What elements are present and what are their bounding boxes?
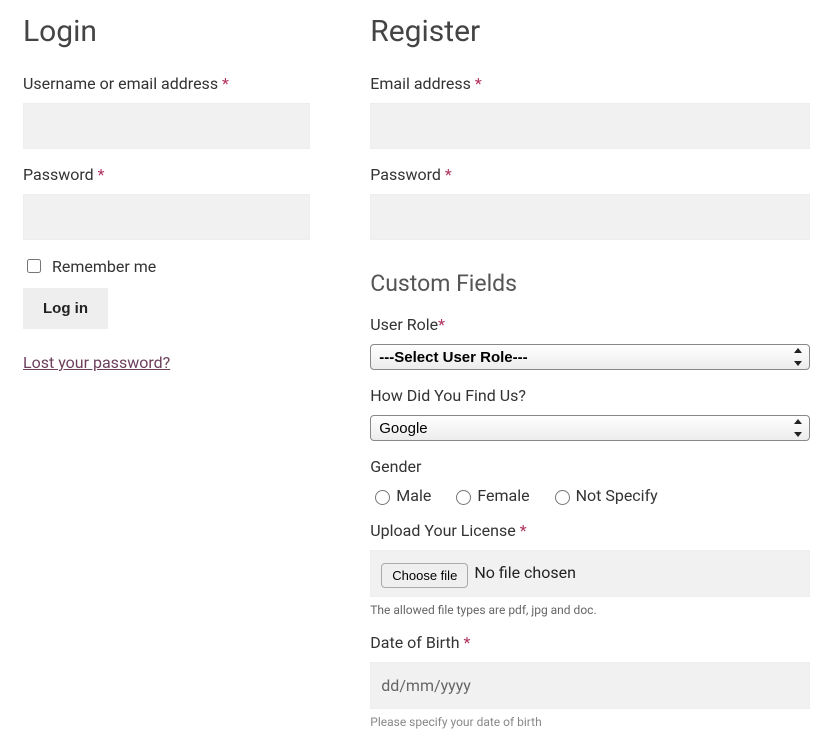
register-password-label: Password * <box>370 165 810 184</box>
user-role-label: User Role* <box>370 315 810 334</box>
user-role-select-wrap: ---Select User Role--- <box>370 344 810 370</box>
gender-female-item: Female <box>451 486 529 505</box>
find-us-label: How Did You Find Us? <box>370 386 810 405</box>
lost-password-link[interactable]: Lost your password? <box>23 353 170 372</box>
dob-row: Date of Birth * dd/mm/yyyy Please specif… <box>370 633 810 729</box>
choose-file-button[interactable]: Choose file <box>381 563 468 588</box>
gender-notspecify-radio[interactable] <box>555 490 570 505</box>
login-section: Login Username or email address * Passwo… <box>0 0 350 733</box>
required-asterisk: * <box>98 165 105 184</box>
dob-label: Date of Birth * <box>370 633 810 652</box>
login-password-input[interactable] <box>23 194 310 240</box>
find-us-select[interactable]: Google <box>370 415 810 441</box>
gender-notspecify-label: Not Specify <box>576 486 658 505</box>
register-password-row: Password * <box>370 165 810 240</box>
login-password-row: Password * <box>23 165 310 240</box>
login-password-label: Password * <box>23 165 310 184</box>
remember-me-row: Remember me <box>23 256 310 276</box>
register-section: Register Email address * Password * Cust… <box>350 0 834 733</box>
gender-female-label: Female <box>477 486 529 505</box>
file-input-box: Choose file No file chosen <box>370 550 810 597</box>
login-username-label: Username or email address * <box>23 74 310 93</box>
gender-notspecify-item: Not Specify <box>550 486 658 505</box>
remember-me-checkbox[interactable] <box>27 259 41 273</box>
license-label: Upload Your License * <box>370 521 810 540</box>
file-hint: The allowed file types are pdf, jpg and … <box>370 603 810 617</box>
dob-input[interactable]: dd/mm/yyyy <box>370 662 810 709</box>
gender-radio-group: Male Female Not Specify <box>370 486 810 505</box>
login-button[interactable]: Log in <box>23 288 108 329</box>
remember-me-label: Remember me <box>52 257 156 276</box>
find-us-row: How Did You Find Us? Google <box>370 386 810 441</box>
required-asterisk: * <box>464 633 471 652</box>
gender-male-label: Male <box>396 486 431 505</box>
register-heading: Register <box>370 14 810 50</box>
user-role-select[interactable]: ---Select User Role--- <box>370 344 810 370</box>
user-role-row: User Role* ---Select User Role--- <box>370 315 810 370</box>
license-row: Upload Your License * Choose file No fil… <box>370 521 810 617</box>
required-asterisk: * <box>520 521 527 540</box>
register-email-label: Email address * <box>370 74 810 93</box>
register-email-input[interactable] <box>370 103 810 149</box>
find-us-select-wrap: Google <box>370 415 810 441</box>
gender-row: Gender Male Female Not Specify <box>370 457 810 505</box>
gender-label: Gender <box>370 457 810 476</box>
file-status-text: No file chosen <box>474 563 576 582</box>
required-asterisk: * <box>445 165 452 184</box>
dob-hint: Please specify your date of birth <box>370 715 810 729</box>
gender-male-item: Male <box>370 486 431 505</box>
gender-male-radio[interactable] <box>375 490 390 505</box>
required-asterisk: * <box>438 315 445 334</box>
login-username-input[interactable] <box>23 103 310 149</box>
gender-female-radio[interactable] <box>456 490 471 505</box>
required-asterisk: * <box>475 74 482 93</box>
required-asterisk: * <box>222 74 229 93</box>
register-email-row: Email address * <box>370 74 810 149</box>
register-password-input[interactable] <box>370 194 810 240</box>
login-heading: Login <box>23 14 310 50</box>
login-username-row: Username or email address * <box>23 74 310 149</box>
custom-fields-heading: Custom Fields <box>370 270 810 297</box>
